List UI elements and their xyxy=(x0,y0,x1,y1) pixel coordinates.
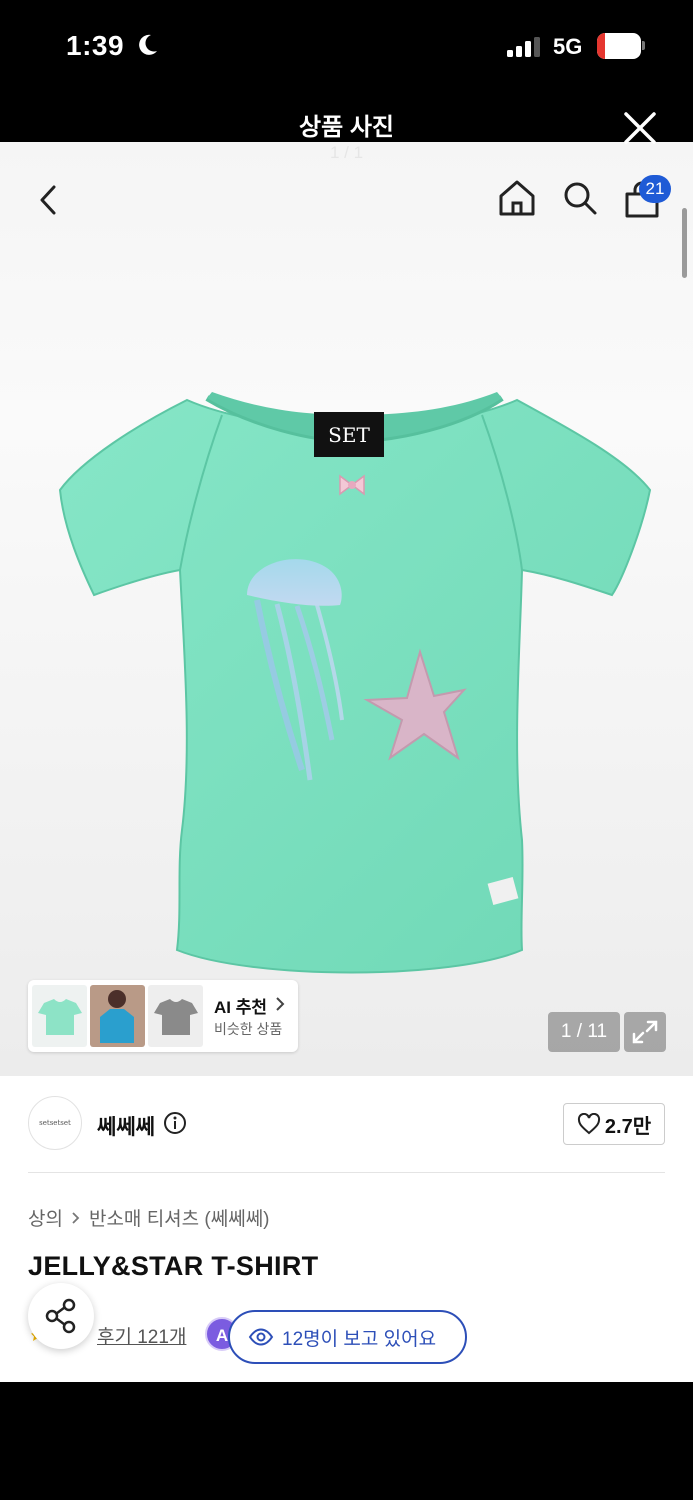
chevron-right-icon xyxy=(72,1211,80,1224)
moon-icon xyxy=(139,34,157,55)
share-icon xyxy=(45,1298,76,1334)
battery-level: 18 xyxy=(608,35,630,55)
product-photo: SET xyxy=(58,392,652,974)
network-type: 5G xyxy=(553,34,583,59)
search-icon[interactable] xyxy=(560,178,600,218)
battery-tip xyxy=(642,41,645,50)
ai-recommend-subtitle: 비슷한 상품 xyxy=(214,1021,283,1037)
brand-logo[interactable]: setsetset xyxy=(28,1096,82,1150)
status-bar: 1:39 5G 18 xyxy=(0,0,693,95)
viewers-count-pill: 12명이 보고 있어요 xyxy=(228,1310,467,1364)
brand-name[interactable]: 쎄쎄쎄 xyxy=(97,1111,155,1141)
product-image-area[interactable]: 21 SET AI 추천 비슷한 상품 1 / 11 xyxy=(0,142,693,1076)
recommended-thumbnail[interactable] xyxy=(148,985,203,1047)
like-count: 2.7만 xyxy=(604,1115,652,1138)
cart-count-badge: 21 xyxy=(639,175,671,203)
recommended-thumbnail[interactable] xyxy=(32,985,87,1047)
breadcrumb-category[interactable]: 상의 xyxy=(28,1204,63,1231)
viewer-counter: 1 / 1 xyxy=(329,143,364,162)
info-icon[interactable] xyxy=(163,1111,187,1135)
breadcrumb: 상의 반소매 티셔츠 (쎄쎄쎄) xyxy=(28,1204,270,1231)
product-info: setsetset 쎄쎄쎄 2.7만 상의 반소매 티셔츠 (쎄쎄쎄) JELL… xyxy=(0,1076,693,1382)
status-time: 1:39 xyxy=(66,30,125,61)
viewers-text: 12명이 보고 있어요 xyxy=(282,1328,437,1350)
bottom-area xyxy=(0,1382,693,1500)
review-link[interactable]: 후기 121개 xyxy=(97,1322,186,1349)
neck-label-text: SET xyxy=(328,423,370,447)
battery-icon: 18 xyxy=(597,33,641,59)
share-button[interactable] xyxy=(28,1283,94,1349)
signal-icon xyxy=(507,37,540,57)
image-page-indicator: 1 / 11 xyxy=(548,1012,620,1052)
viewer-title: 상품 사진 xyxy=(299,114,394,141)
divider xyxy=(28,1172,665,1173)
expand-icon xyxy=(632,1020,658,1044)
back-icon[interactable] xyxy=(34,182,64,218)
expand-button[interactable] xyxy=(624,1012,666,1052)
heart-icon xyxy=(577,1113,600,1135)
chevron-right-icon xyxy=(276,997,285,1011)
scrollbar[interactable] xyxy=(682,208,687,278)
home-icon[interactable] xyxy=(497,178,537,218)
ai-recommend-title: AI 추천 xyxy=(214,998,268,1017)
breadcrumb-subcategory[interactable]: 반소매 티셔츠 (쎄쎄쎄) xyxy=(89,1204,270,1231)
brand-logo-text: setsetset xyxy=(39,1119,71,1127)
like-button[interactable]: 2.7만 xyxy=(563,1103,665,1145)
product-title: JELLY&STAR T-SHIRT xyxy=(28,1251,319,1281)
close-icon[interactable] xyxy=(622,110,658,146)
eye-icon xyxy=(248,1328,274,1346)
recommended-thumbnail[interactable] xyxy=(90,985,145,1047)
ai-recommendation-strip[interactable]: AI 추천 비슷한 상품 xyxy=(28,980,298,1052)
